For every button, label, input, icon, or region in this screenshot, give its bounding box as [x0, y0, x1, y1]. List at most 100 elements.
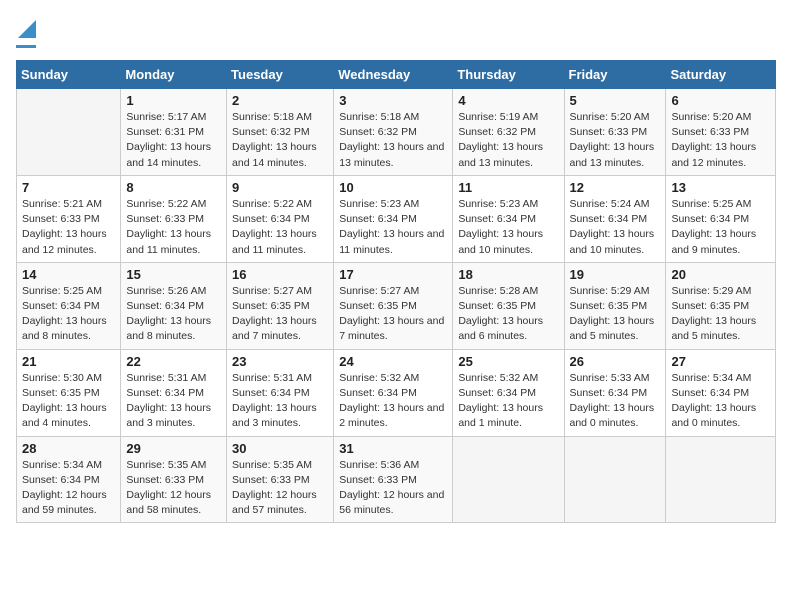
day-number: 22 [126, 354, 221, 369]
day-info: Sunrise: 5:29 AMSunset: 6:35 PMDaylight:… [671, 284, 770, 345]
day-cell: 5Sunrise: 5:20 AMSunset: 6:33 PMDaylight… [564, 89, 666, 176]
day-info: Sunrise: 5:18 AMSunset: 6:32 PMDaylight:… [339, 110, 447, 171]
day-cell: 8Sunrise: 5:22 AMSunset: 6:33 PMDaylight… [121, 175, 227, 262]
page-header [16, 16, 776, 48]
day-info: Sunrise: 5:31 AMSunset: 6:34 PMDaylight:… [232, 371, 328, 432]
day-number: 1 [126, 93, 221, 108]
day-cell: 17 Sunrise: 5:27 AMSunset: 6:35 PMDayligh… [334, 262, 453, 349]
day-cell: 22 Sunrise: 5:31 AMSunset: 6:34 PMDayligh… [121, 349, 227, 436]
day-info: Sunrise: 5:20 AMSunset: 6:33 PMDaylight:… [570, 110, 661, 171]
header-cell-monday: Monday [121, 61, 227, 89]
day-info: Sunrise: 5:26 AMSunset: 6:34 PMDaylight:… [126, 284, 221, 345]
day-number: 31 [339, 441, 447, 456]
day-number: 3 [339, 93, 447, 108]
day-number: 21 [22, 354, 115, 369]
calendar-table: SundayMondayTuesdayWednesdayThursdayFrid… [16, 60, 776, 523]
day-info: Sunrise: 5:29 AMSunset: 6:35 PMDaylight:… [570, 284, 661, 345]
week-row-1: 1 Sunrise: 5:17 AMSunset: 6:31 PMDaylight… [17, 89, 776, 176]
day-number: 2 [232, 93, 328, 108]
day-number: 4 [458, 93, 558, 108]
day-number: 23 [232, 354, 328, 369]
day-number: 8 [126, 180, 221, 195]
day-info: Sunrise: 5:34 AMSunset: 6:34 PMDaylight:… [671, 371, 770, 432]
header-row: SundayMondayTuesdayWednesdayThursdayFrid… [17, 61, 776, 89]
day-info: Sunrise: 5:25 AMSunset: 6:34 PMDaylight:… [671, 197, 770, 258]
day-cell [453, 436, 564, 523]
day-info: Sunrise: 5:27 AMSunset: 6:35 PMDaylight:… [232, 284, 328, 345]
day-cell: 29 Sunrise: 5:35 AMSunset: 6:33 PMDayligh… [121, 436, 227, 523]
day-number: 20 [671, 267, 770, 282]
day-info: Sunrise: 5:28 AMSunset: 6:35 PMDaylight:… [458, 284, 558, 345]
day-cell: 16 Sunrise: 5:27 AMSunset: 6:35 PMDayligh… [227, 262, 334, 349]
day-cell: 1 Sunrise: 5:17 AMSunset: 6:31 PMDaylight… [121, 89, 227, 176]
day-number: 19 [570, 267, 661, 282]
day-number: 6 [671, 93, 770, 108]
logo-arrow-icon [18, 20, 36, 38]
day-number: 13 [671, 180, 770, 195]
day-info: Sunrise: 5:23 AMSunset: 6:34 PMDaylight:… [339, 197, 447, 258]
day-info: Sunrise: 5:35 AMSunset: 6:33 PMDaylight:… [232, 458, 328, 519]
day-info: Sunrise: 5:18 AMSunset: 6:32 PMDaylight:… [232, 110, 328, 171]
day-cell: 2 Sunrise: 5:18 AMSunset: 6:32 PMDaylight… [227, 89, 334, 176]
day-info: Sunrise: 5:32 AMSunset: 6:34 PMDaylight:… [339, 371, 447, 432]
day-number: 18 [458, 267, 558, 282]
day-number: 29 [126, 441, 221, 456]
day-number: 27 [671, 354, 770, 369]
day-cell: 6 Sunrise: 5:20 AMSunset: 6:33 PMDaylight… [666, 89, 776, 176]
header-cell-tuesday: Tuesday [227, 61, 334, 89]
day-info: Sunrise: 5:23 AMSunset: 6:34 PMDaylight:… [458, 197, 558, 258]
day-cell: 31 Sunrise: 5:36 AMSunset: 6:33 PMDayligh… [334, 436, 453, 523]
day-cell: 26 Sunrise: 5:33 AMSunset: 6:34 PMDayligh… [564, 349, 666, 436]
day-info: Sunrise: 5:19 AMSunset: 6:32 PMDaylight:… [458, 110, 558, 171]
day-info: Sunrise: 5:36 AMSunset: 6:33 PMDaylight:… [339, 458, 447, 519]
day-cell: 18 Sunrise: 5:28 AMSunset: 6:35 PMDayligh… [453, 262, 564, 349]
day-number: 26 [570, 354, 661, 369]
day-cell: 11 Sunrise: 5:23 AMSunset: 6:34 PMDayligh… [453, 175, 564, 262]
header-cell-sunday: Sunday [17, 61, 121, 89]
logo-underline [16, 45, 36, 48]
day-cell [666, 436, 776, 523]
day-cell: 12 Sunrise: 5:24 AMSunset: 6:34 PMDayligh… [564, 175, 666, 262]
day-number: 12 [570, 180, 661, 195]
day-info: Sunrise: 5:17 AMSunset: 6:31 PMDaylight:… [126, 110, 221, 171]
day-cell: 10 Sunrise: 5:23 AMSunset: 6:34 PMDayligh… [334, 175, 453, 262]
header-cell-wednesday: Wednesday [334, 61, 453, 89]
day-cell: 28 Sunrise: 5:34 AMSunset: 6:34 PMDayligh… [17, 436, 121, 523]
day-info: Sunrise: 5:24 AMSunset: 6:34 PMDaylight:… [570, 197, 661, 258]
day-number: 16 [232, 267, 328, 282]
day-info: Sunrise: 5:25 AMSunset: 6:34 PMDaylight:… [22, 284, 115, 345]
day-number: 17 [339, 267, 447, 282]
day-cell: 24 Sunrise: 5:32 AMSunset: 6:34 PMDayligh… [334, 349, 453, 436]
day-number: 7 [22, 180, 115, 195]
day-info: Sunrise: 5:35 AMSunset: 6:33 PMDaylight:… [126, 458, 221, 519]
day-cell: 25Sunrise: 5:32 AMSunset: 6:34 PMDayligh… [453, 349, 564, 436]
day-cell: 21 Sunrise: 5:30 AMSunset: 6:35 PMDayligh… [17, 349, 121, 436]
day-cell [564, 436, 666, 523]
day-cell: 20 Sunrise: 5:29 AMSunset: 6:35 PMDayligh… [666, 262, 776, 349]
day-info: Sunrise: 5:34 AMSunset: 6:34 PMDaylight:… [22, 458, 115, 519]
day-number: 24 [339, 354, 447, 369]
day-info: Sunrise: 5:20 AMSunset: 6:33 PMDaylight:… [671, 110, 770, 171]
day-info: Sunrise: 5:27 AMSunset: 6:35 PMDaylight:… [339, 284, 447, 345]
day-info: Sunrise: 5:32 AMSunset: 6:34 PMDaylight:… [458, 371, 558, 432]
logo [16, 16, 36, 48]
day-number: 11 [458, 180, 558, 195]
day-cell: 23 Sunrise: 5:31 AMSunset: 6:34 PMDayligh… [227, 349, 334, 436]
day-info: Sunrise: 5:33 AMSunset: 6:34 PMDaylight:… [570, 371, 661, 432]
day-cell: 3 Sunrise: 5:18 AMSunset: 6:32 PMDaylight… [334, 89, 453, 176]
day-cell: 30 Sunrise: 5:35 AMSunset: 6:33 PMDayligh… [227, 436, 334, 523]
day-cell: 9Sunrise: 5:22 AMSunset: 6:34 PMDaylight… [227, 175, 334, 262]
day-number: 14 [22, 267, 115, 282]
day-cell: 13 Sunrise: 5:25 AMSunset: 6:34 PMDayligh… [666, 175, 776, 262]
header-cell-thursday: Thursday [453, 61, 564, 89]
day-number: 30 [232, 441, 328, 456]
day-cell: 4 Sunrise: 5:19 AMSunset: 6:32 PMDaylight… [453, 89, 564, 176]
day-cell: 27 Sunrise: 5:34 AMSunset: 6:34 PMDayligh… [666, 349, 776, 436]
day-number: 28 [22, 441, 115, 456]
day-number: 10 [339, 180, 447, 195]
week-row-5: 28 Sunrise: 5:34 AMSunset: 6:34 PMDayligh… [17, 436, 776, 523]
day-cell: 7Sunrise: 5:21 AMSunset: 6:33 PMDaylight… [17, 175, 121, 262]
day-info: Sunrise: 5:31 AMSunset: 6:34 PMDaylight:… [126, 371, 221, 432]
week-row-4: 21 Sunrise: 5:30 AMSunset: 6:35 PMDayligh… [17, 349, 776, 436]
day-info: Sunrise: 5:30 AMSunset: 6:35 PMDaylight:… [22, 371, 115, 432]
